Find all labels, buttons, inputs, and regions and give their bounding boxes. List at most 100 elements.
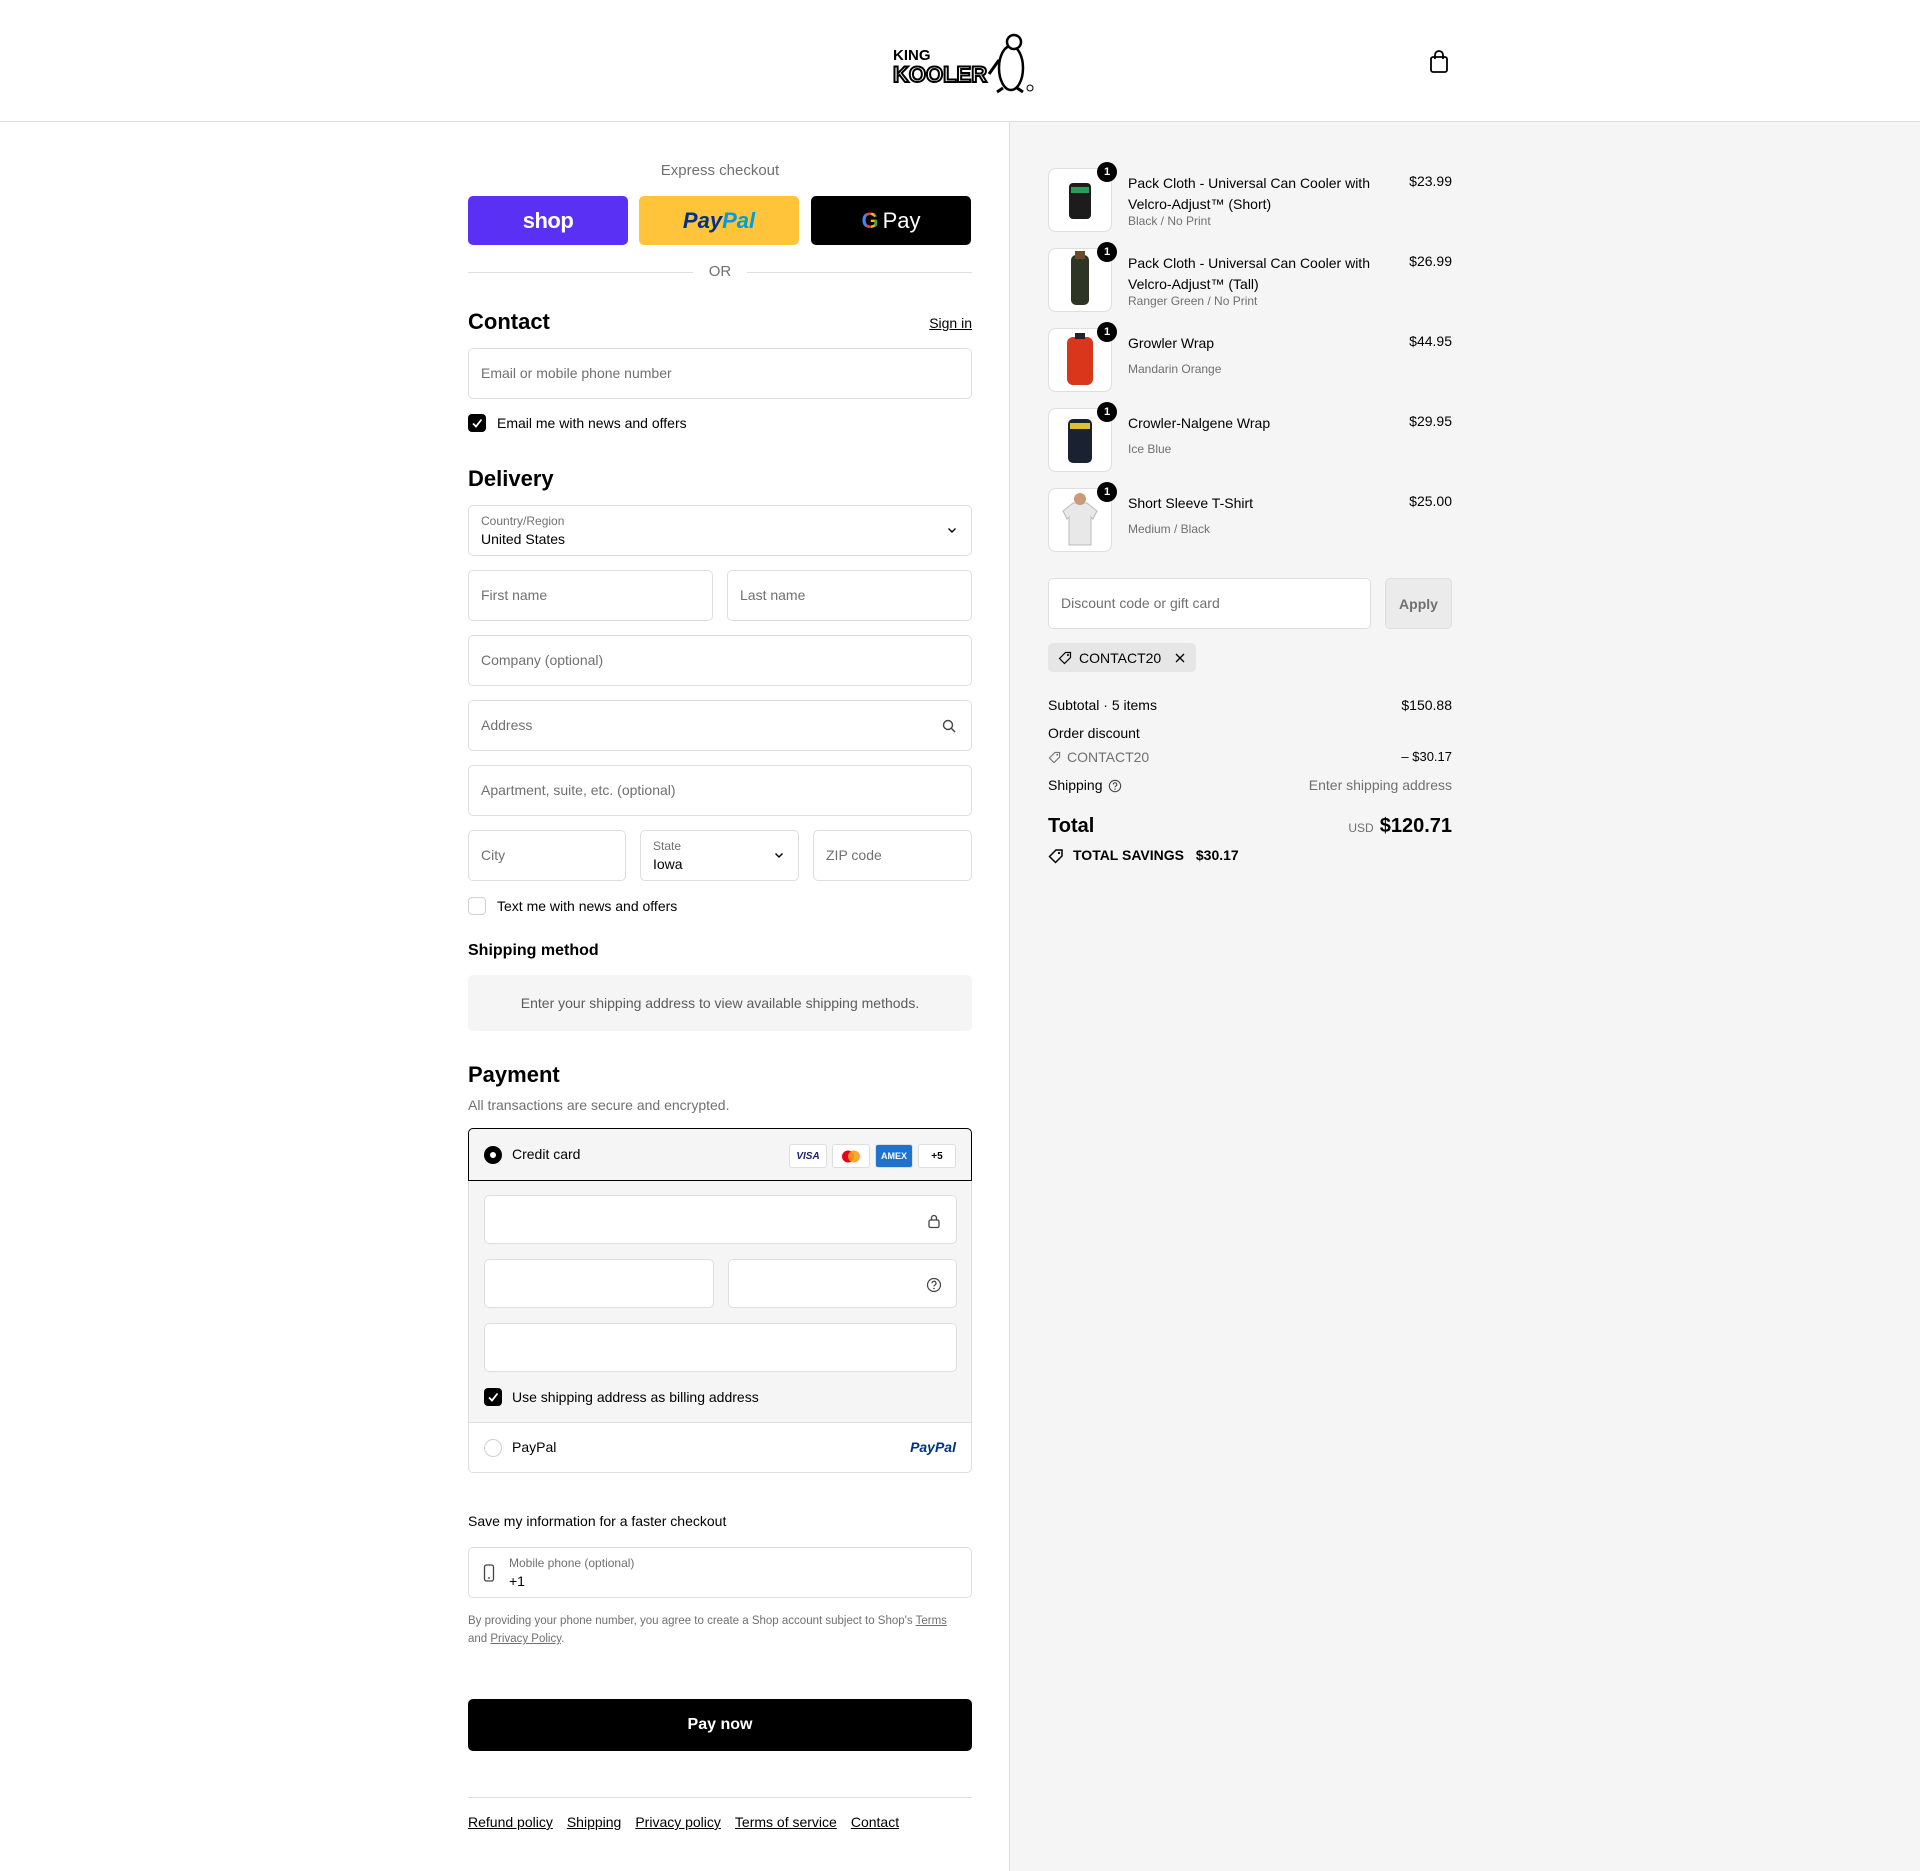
country-select[interactable]: Country/Region United States: [468, 505, 972, 556]
item-variant: Ranger Green / No Print: [1128, 294, 1258, 308]
item-variant: Medium / Black: [1128, 522, 1211, 536]
terms-link[interactable]: Terms: [916, 1615, 947, 1627]
privacy-policy-footer-link[interactable]: Privacy policy: [635, 1814, 721, 1830]
state-value: Iowa: [653, 856, 683, 872]
item-price: $25.00: [1409, 493, 1452, 509]
contact-title: Contact: [468, 309, 550, 334]
discount-code-name: CONTACT20: [1067, 749, 1150, 765]
privacy-policy-link[interactable]: Privacy Policy: [490, 1633, 561, 1645]
header: KING KOOLER: [0, 0, 1920, 122]
paypal-radio[interactable]: [484, 1439, 502, 1457]
shop-pay-button[interactable]: shop: [468, 196, 628, 245]
save-info-title: Save my information for a faster checkou…: [468, 1513, 727, 1529]
logo-text-bottom: KOOLER: [893, 62, 987, 87]
discount-amount: – $30.17: [1401, 749, 1452, 764]
item-name: Short Sleeve T-Shirt: [1128, 495, 1254, 511]
last-name-field[interactable]: Last name: [727, 570, 972, 621]
payment-title: Payment: [468, 1062, 560, 1087]
security-code-field[interactable]: [728, 1259, 957, 1308]
first-name-placeholder: First name: [481, 587, 548, 603]
billing-address-checkbox[interactable]: [484, 1388, 502, 1406]
mobile-phone-label: Mobile phone (optional): [509, 1556, 635, 1570]
total-savings-row: TOTAL SAVINGS $30.17: [1048, 847, 1452, 864]
refund-policy-link[interactable]: Refund policy: [468, 1814, 553, 1830]
currency-code: USD: [1348, 821, 1374, 835]
paypal-logo: PayPal: [910, 1439, 956, 1455]
mobile-phone-field[interactable]: Mobile phone (optional) +1: [468, 1547, 972, 1598]
credit-card-radio[interactable]: [484, 1146, 502, 1164]
item-price: $23.99: [1409, 173, 1452, 189]
help-circle-icon[interactable]: [1108, 779, 1122, 793]
item-name: Crowler-Nalgene Wrap: [1128, 415, 1271, 431]
subtotal-row: Subtotal · 5 items $150.88: [1048, 697, 1452, 713]
google-pay-label: Pay: [882, 207, 921, 233]
payment-methods: Credit card VISA AMEX +5 Use shipping ad…: [468, 1128, 972, 1473]
paypal-option[interactable]: PayPal PayPal: [469, 1423, 971, 1472]
quantity-badge: 1: [1097, 162, 1117, 182]
tag-icon: [1058, 651, 1072, 665]
checkmark-icon: [488, 1392, 499, 1402]
close-icon[interactable]: [1174, 652, 1186, 664]
apartment-field[interactable]: Apartment, suite, etc. (optional): [468, 765, 972, 816]
legal-text: By providing your phone number, you agre…: [468, 1615, 913, 1627]
item-variant: Ice Blue: [1128, 442, 1172, 456]
item-price: $44.95: [1409, 333, 1452, 349]
state-select[interactable]: State Iowa: [640, 830, 799, 881]
total-savings-value: $30.17: [1195, 847, 1239, 863]
pay-now-button[interactable]: Pay now: [468, 1699, 972, 1751]
address-field[interactable]: Address: [468, 700, 972, 751]
item-name: Growler Wrap: [1128, 335, 1215, 351]
shopping-bag-icon[interactable]: [1428, 50, 1450, 74]
credit-card-form: Use shipping address as billing address: [469, 1181, 971, 1423]
search-icon: [942, 719, 956, 733]
total-savings-label: TOTAL SAVINGS: [1073, 847, 1184, 863]
sign-in-link[interactable]: Sign in: [929, 315, 972, 331]
mobile-phone-value: +1: [509, 1573, 525, 1589]
king-kooler-logo[interactable]: KING KOOLER: [892, 30, 1035, 94]
country-label: Country/Region: [481, 514, 565, 528]
more-cards-label: +5: [931, 1150, 943, 1162]
paypal-button[interactable]: Pay Pal: [639, 196, 799, 245]
product-image-shape: [1067, 337, 1093, 385]
zip-placeholder: ZIP code: [826, 847, 882, 863]
city-placeholder: City: [481, 847, 506, 863]
quantity-badge: 1: [1097, 402, 1117, 422]
savings-tag-icon: [1048, 849, 1063, 864]
visa-logo-text: VISA: [796, 1150, 820, 1162]
amex-icon: AMEX: [875, 1144, 913, 1168]
card-number-field[interactable]: [484, 1195, 957, 1244]
item-variant: Mandarin Orange: [1128, 362, 1222, 376]
zip-field[interactable]: ZIP code: [813, 830, 972, 881]
shipping-policy-link[interactable]: Shipping: [567, 1814, 622, 1830]
company-field[interactable]: Company (optional): [468, 635, 972, 686]
credit-card-option[interactable]: Credit card VISA AMEX +5: [468, 1128, 972, 1181]
help-circle-icon[interactable]: [926, 1277, 942, 1293]
text-news-checkbox[interactable]: [468, 897, 486, 915]
lock-icon: [928, 1214, 940, 1229]
line-item: 1 Short Sleeve T-Shirt Medium / Black $2…: [1048, 482, 1452, 552]
expiration-date-field[interactable]: [484, 1259, 714, 1308]
express-checkout-title: Express checkout: [660, 162, 780, 179]
text-news-label: Text me with news and offers: [497, 898, 678, 914]
email-field[interactable]: Email or mobile phone number: [468, 348, 972, 399]
subtotal-value: $150.88: [1401, 697, 1452, 713]
name-on-card-field[interactable]: [484, 1323, 957, 1372]
apply-discount-button[interactable]: Apply: [1385, 578, 1452, 629]
discount-code-placeholder: Discount code or gift card: [1061, 595, 1220, 611]
google-g-icon: G: [861, 207, 879, 233]
line-item: 1 Growler Wrap Mandarin Orange $44.95: [1048, 322, 1452, 392]
email-news-checkbox[interactable]: [468, 414, 486, 432]
credit-card-label: Credit card: [512, 1146, 581, 1162]
discount-code-input[interactable]: Discount code or gift card: [1048, 578, 1371, 629]
penguin-icon: [987, 33, 1034, 94]
paypal-label-pay: Pay: [682, 207, 723, 233]
total-label: Total: [1048, 815, 1095, 837]
city-field[interactable]: City: [468, 830, 626, 881]
quantity-badge: 1: [1097, 322, 1117, 342]
first-name-field[interactable]: First name: [468, 570, 713, 621]
google-pay-button[interactable]: G Pay: [811, 196, 971, 245]
contact-link[interactable]: Contact: [851, 1814, 899, 1830]
paypal-label-pal: Pal: [722, 207, 756, 233]
paypal-option-label: PayPal: [512, 1439, 557, 1455]
terms-of-service-link[interactable]: Terms of service: [735, 1814, 837, 1830]
